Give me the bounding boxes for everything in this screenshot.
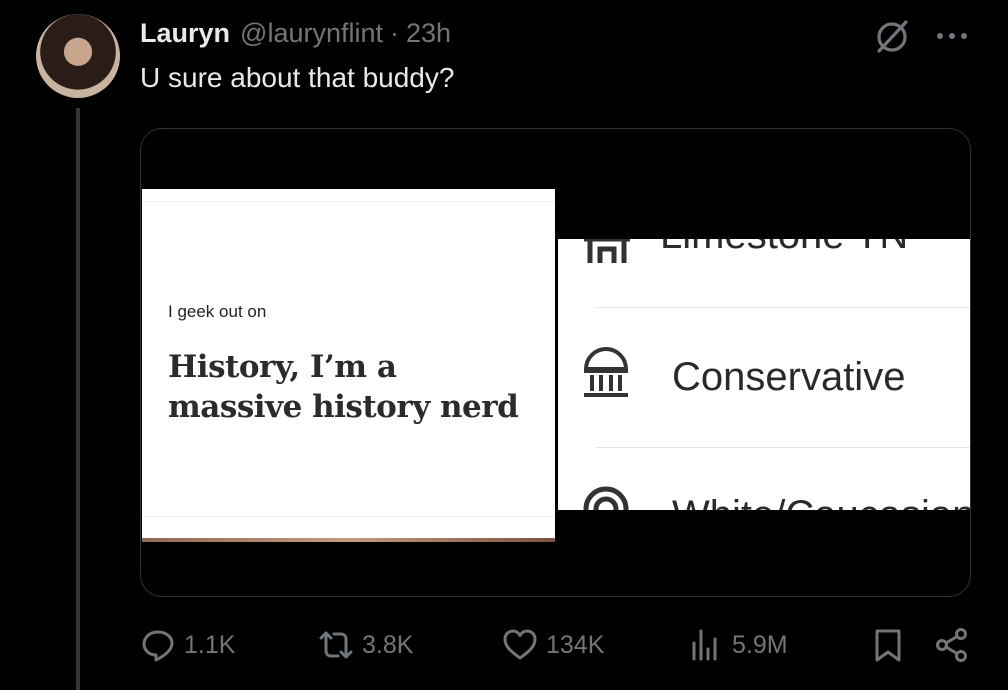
tweet-header: Lauryn @laurynflint · 23h — [140, 16, 451, 50]
repost-count: 3.8K — [362, 630, 414, 659]
heart-icon — [503, 629, 537, 660]
media-image-left[interactable]: I geek out on History, I’m a massive his… — [142, 189, 555, 542]
bookmark-button[interactable] — [870, 620, 906, 670]
bookmark-icon — [875, 629, 901, 662]
views-button[interactable]: 5.9M — [688, 620, 788, 670]
share-icon — [936, 628, 967, 662]
author-name[interactable]: Lauryn — [140, 18, 230, 49]
ethnicity-text: White/Caucasian — [672, 493, 970, 510]
repost-button[interactable]: 3.8K — [318, 620, 413, 670]
like-count: 134K — [546, 630, 605, 659]
prompt-answer-line1: History, I’m a — [168, 349, 397, 385]
prompt-label: I geek out on — [168, 302, 267, 321]
politics-icon — [583, 347, 629, 397]
reply-count: 1.1K — [184, 630, 236, 659]
views-chart-icon — [692, 629, 717, 661]
prompt-answer: History, I’m a massive history nerd — [168, 347, 538, 427]
photo-edge-strip — [142, 538, 555, 542]
author-handle[interactable]: @laurynflint — [240, 18, 383, 49]
action-bar: 1.1K 3.8K 134K 5.9M — [140, 620, 969, 670]
media-image-right[interactable]: Limestone TN Conservative White/Caucasia… — [558, 239, 970, 510]
row-divider — [596, 447, 970, 448]
views-count: 5.9M — [732, 630, 788, 659]
avatar[interactable] — [36, 14, 120, 98]
grok-icon[interactable] — [872, 16, 912, 56]
hometown-icon — [584, 239, 630, 263]
thread-line — [76, 108, 80, 690]
like-button[interactable]: 134K — [502, 620, 604, 670]
media-card[interactable]: I geek out on History, I’m a massive his… — [140, 128, 971, 597]
reply-button[interactable]: 1.1K — [140, 620, 235, 670]
more-icon[interactable] — [934, 18, 970, 54]
repost-icon — [319, 631, 353, 659]
share-button[interactable] — [934, 620, 970, 670]
politics-text: Conservative — [672, 355, 906, 399]
ethnicity-icon — [583, 486, 629, 510]
prompt-answer-line2: massive history nerd — [168, 389, 519, 425]
tweet-text: U sure about that buddy? — [140, 62, 455, 93]
row-divider — [596, 307, 970, 308]
header-separator: · — [390, 17, 399, 48]
hometown-text: Limestone TN — [660, 239, 908, 258]
timestamp[interactable]: 23h — [406, 18, 451, 49]
prompt-card: I geek out on History, I’m a massive his… — [142, 201, 555, 517]
reply-icon — [142, 630, 174, 662]
